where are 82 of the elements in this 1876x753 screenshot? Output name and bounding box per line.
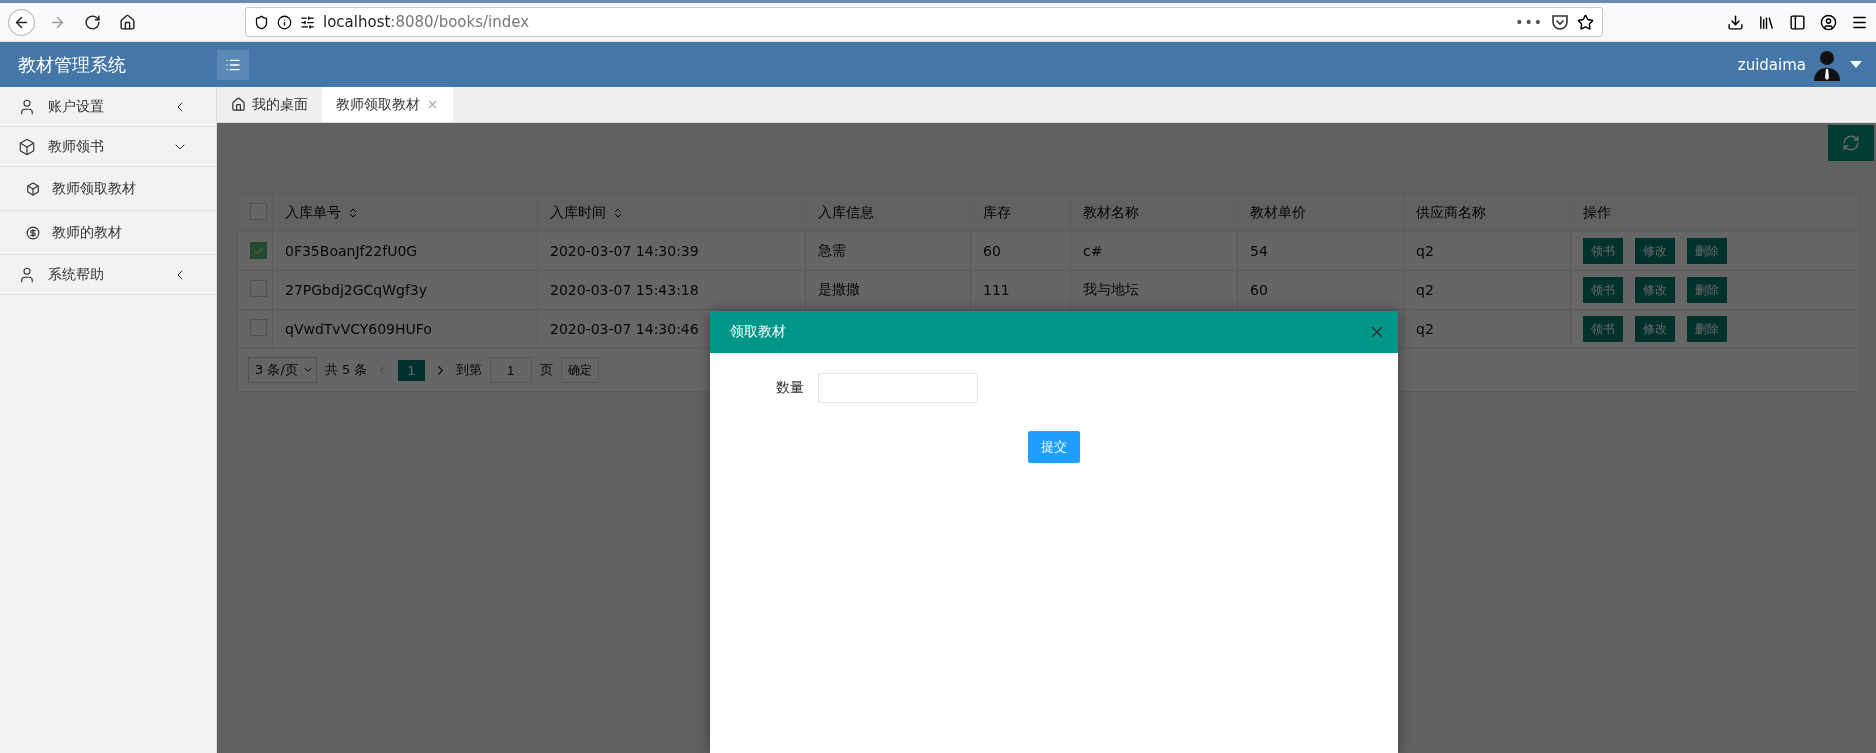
home-icon — [231, 97, 246, 112]
table-cell: 是撒撒 — [818, 281, 860, 297]
table-cell: 27PGbdj2GCqWgf3y — [285, 282, 428, 298]
dialog-title: 领取教材 — [730, 323, 787, 341]
table-cell: 2020-03-07 14:30:39 — [550, 243, 699, 259]
table-cell: 2020-03-07 15:43:18 — [550, 282, 699, 298]
refresh-icon — [1842, 134, 1860, 152]
column-header: 库存 — [970, 193, 1071, 232]
menu-toggle-button[interactable] — [217, 49, 249, 80]
reload-icon — [84, 13, 101, 31]
field-label: 数量 — [776, 379, 804, 397]
info-icon[interactable] — [277, 14, 292, 30]
action-button[interactable]: 修改 — [1635, 238, 1675, 264]
column-header: 教材单价 — [1237, 193, 1404, 232]
table-cell: q2 — [1416, 282, 1434, 298]
sidebar-subitem[interactable]: 教师的教材 — [0, 211, 216, 255]
sidebar-subitem[interactable]: 教师领取教材 — [0, 167, 216, 211]
account-icon[interactable] — [1820, 13, 1837, 31]
table-cell: c# — [1083, 243, 1103, 259]
action-button[interactable]: 删除 — [1687, 238, 1727, 264]
table-cell: q2 — [1416, 321, 1434, 337]
sort-icon[interactable] — [612, 206, 624, 219]
caret-icon[interactable] — [1850, 60, 1862, 69]
column-header: 供应商名称 — [1403, 193, 1571, 232]
table-cell: 0F35BoanJf22fU0G — [285, 243, 418, 259]
quantity-field[interactable] — [818, 373, 978, 403]
action-button[interactable]: 领书 — [1583, 316, 1623, 342]
star-icon[interactable] — [1577, 13, 1594, 31]
page-unit: 页 — [539, 361, 553, 379]
action-button[interactable]: 修改 — [1635, 277, 1675, 303]
action-button[interactable]: 领书 — [1583, 277, 1623, 303]
more-button[interactable]: ••• — [1515, 14, 1543, 30]
menu-item-icon — [18, 137, 36, 156]
page-input[interactable]: 1 — [489, 357, 532, 383]
page-size-select[interactable]: 3 条/页 — [248, 357, 317, 383]
action-button[interactable]: 删除 — [1687, 316, 1727, 342]
submenu-icon — [26, 181, 40, 196]
sidebar-icon[interactable] — [1789, 13, 1806, 31]
sidebar-item[interactable]: 账户设置 — [0, 87, 216, 127]
column-header: 操作 — [1570, 193, 1860, 232]
table-cell: 54 — [1250, 243, 1268, 259]
table-cell: 111 — [983, 282, 1010, 298]
total-count: 共 5 条 — [324, 361, 368, 379]
table-cell: 2020-03-07 14:30:46 — [550, 321, 699, 337]
permissions-icon[interactable] — [300, 14, 315, 30]
page-number[interactable]: 1 — [398, 359, 425, 381]
table-cell: q2 — [1416, 243, 1434, 259]
table-cell: 60 — [1250, 282, 1268, 298]
table-cell: 我与地坛 — [1083, 281, 1139, 297]
confirm-button[interactable]: 确定 — [560, 357, 599, 383]
url-text: localhost:8080/books/index — [323, 13, 531, 31]
user-name[interactable]: zuidaima — [1737, 55, 1806, 74]
tab[interactable]: 我的桌面 — [217, 87, 322, 122]
table-cell: 急需 — [818, 242, 846, 258]
table-cell: qVwdTvVCY609HUFo — [285, 321, 432, 337]
pocket-icon[interactable] — [1551, 13, 1569, 31]
submit-button[interactable]: 提交 — [1028, 431, 1080, 463]
checkbox[interactable] — [250, 242, 267, 260]
avatar-silhouette[interactable] — [1812, 48, 1842, 81]
column-header[interactable]: 入库单号 — [272, 193, 538, 232]
menu-item-icon — [18, 265, 36, 284]
submenu-icon — [26, 225, 40, 240]
column-header: 入库信息 — [805, 193, 971, 232]
column-header: 教材名称 — [1070, 193, 1238, 232]
action-button[interactable]: 修改 — [1635, 316, 1675, 342]
download-icon[interactable] — [1727, 13, 1744, 31]
action-button[interactable]: 领书 — [1583, 238, 1623, 264]
sort-icon[interactable] — [347, 206, 359, 219]
back-button[interactable] — [8, 8, 35, 36]
address-field[interactable]: localhost:8080/books/index ••• — [245, 7, 1603, 37]
tab[interactable]: 教师领取教材 — [322, 87, 453, 122]
sidebar-item[interactable]: 系统帮助 — [0, 255, 216, 295]
app-title: 教材管理系统 — [17, 52, 127, 77]
home-icon — [119, 13, 136, 31]
column-header[interactable]: 入库时间 — [537, 193, 806, 232]
menu-item-icon — [18, 97, 36, 116]
action-button[interactable]: 删除 — [1687, 277, 1727, 303]
sidebar-item[interactable]: 教师领书 — [0, 127, 216, 167]
shield-icon — [254, 14, 269, 30]
table-cell: 60 — [983, 243, 1001, 259]
goto-label: 到第 — [455, 361, 482, 379]
library-icon[interactable] — [1758, 13, 1775, 31]
